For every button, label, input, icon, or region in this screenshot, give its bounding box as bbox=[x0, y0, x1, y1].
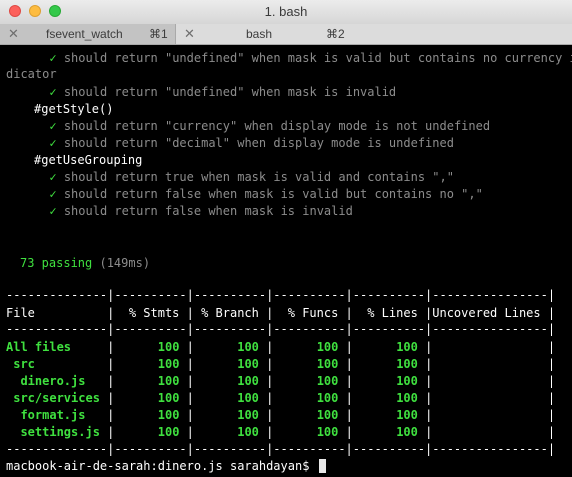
coverage-branch: 100 bbox=[193, 357, 267, 371]
coverage-file-name: format.js bbox=[6, 408, 108, 422]
tab-bar: ✕ fsevent_watch ⌘1 ✕ bash ⌘2 bbox=[0, 24, 572, 45]
test-line: ✓ should return false when mask is inval… bbox=[6, 203, 353, 219]
shell-prompt[interactable]: macbook-air-de-sarah:dinero.js sarahdaya… bbox=[6, 458, 326, 474]
coverage-lines: 100 bbox=[352, 425, 426, 439]
coverage-branch: 100 bbox=[193, 340, 267, 354]
test-line-text: should return true when mask is valid an… bbox=[63, 170, 454, 184]
check-icon: ✓ bbox=[49, 119, 57, 133]
coverage-file-name: src/services bbox=[6, 391, 108, 405]
coverage-lines: 100 bbox=[352, 357, 426, 371]
coverage-file-name: dinero.js bbox=[6, 374, 108, 388]
prompt-text: macbook-air-de-sarah:dinero.js sarahdaya… bbox=[6, 459, 317, 473]
tab-fsevent-watch[interactable]: ✕ fsevent_watch ⌘1 bbox=[0, 24, 176, 44]
coverage-file-name: settings.js bbox=[6, 425, 108, 439]
check-icon: ✓ bbox=[49, 204, 57, 218]
tab-bash[interactable]: ✕ bash ⌘2 bbox=[176, 24, 572, 44]
coverage-funcs: 100 bbox=[273, 391, 346, 405]
coverage-uncovered bbox=[432, 408, 548, 422]
title-bar: 1. bash bbox=[0, 0, 572, 25]
check-icon: ✓ bbox=[49, 170, 57, 184]
coverage-header: File | % Stmts | % Branch | % Funcs | % … bbox=[6, 306, 556, 320]
coverage-row: settings.js | 100 | 100 | 100 | 100 | | bbox=[6, 425, 556, 439]
coverage-uncovered bbox=[432, 357, 548, 371]
coverage-funcs: 100 bbox=[273, 374, 346, 388]
coverage-stmts: 100 bbox=[114, 391, 187, 405]
coverage-stmts: 100 bbox=[114, 408, 187, 422]
coverage-funcs: 100 bbox=[273, 340, 346, 354]
test-line-text: should return "undefined" when mask is i… bbox=[63, 85, 397, 99]
tab-close-icon[interactable]: ✕ bbox=[8, 26, 19, 42]
coverage-row: src | 100 | 100 | 100 | 100 | | bbox=[6, 357, 556, 371]
tab-shortcut: ⌘2 bbox=[326, 27, 345, 41]
coverage-stmts: 100 bbox=[114, 374, 187, 388]
test-line-wrap: dicator bbox=[6, 67, 57, 81]
test-line: ✓ should return "decimal" when display m… bbox=[6, 135, 454, 151]
tab-close-icon[interactable]: ✕ bbox=[184, 26, 195, 42]
coverage-funcs: 100 bbox=[273, 425, 346, 439]
coverage-lines: 100 bbox=[352, 408, 426, 422]
window-title: 1. bash bbox=[264, 4, 308, 19]
test-line-text: should return false when mask is invalid bbox=[63, 204, 353, 218]
coverage-uncovered bbox=[432, 425, 548, 439]
coverage-separator: --------------|----------|----------|---… bbox=[6, 322, 556, 336]
check-icon: ✓ bbox=[49, 85, 57, 99]
test-line: ✓ should return "undefined" when mask is… bbox=[6, 84, 396, 100]
coverage-branch: 100 bbox=[193, 408, 267, 422]
coverage-file-name: All files bbox=[6, 340, 108, 354]
check-icon: ✓ bbox=[49, 51, 57, 65]
coverage-row: src/services | 100 | 100 | 100 | 100 | | bbox=[6, 391, 556, 405]
coverage-file-name: src bbox=[6, 357, 108, 371]
text-cursor bbox=[318, 459, 326, 473]
coverage-stmts: 100 bbox=[114, 357, 187, 371]
test-line: ✓ should return "currency" when display … bbox=[6, 118, 490, 134]
coverage-stmts: 100 bbox=[114, 425, 187, 439]
coverage-separator: --------------|----------|----------|---… bbox=[6, 288, 556, 302]
passing-time: (149ms) bbox=[99, 256, 151, 270]
check-icon: ✓ bbox=[49, 187, 57, 201]
tab-label: fsevent_watch bbox=[46, 27, 123, 41]
test-line-text: should return false when mask is valid b… bbox=[63, 187, 483, 201]
coverage-funcs: 100 bbox=[273, 408, 346, 422]
coverage-uncovered bbox=[432, 340, 548, 354]
coverage-lines: 100 bbox=[352, 374, 426, 388]
coverage-row: All files | 100 | 100 | 100 | 100 | | bbox=[6, 340, 556, 354]
test-line: ✓ should return false when mask is valid… bbox=[6, 186, 483, 202]
passing-summary: 73 passing (149ms) bbox=[20, 255, 150, 271]
suite-heading: #getUseGrouping bbox=[34, 153, 143, 167]
coverage-lines: 100 bbox=[352, 340, 426, 354]
terminal-window: 1. bash ✕ fsevent_watch ⌘1 ✕ bash ⌘2 ✓ s… bbox=[0, 0, 572, 477]
coverage-branch: 100 bbox=[193, 374, 267, 388]
coverage-lines: 100 bbox=[352, 391, 426, 405]
test-line: ✓ should return "undefined" when mask is… bbox=[6, 50, 572, 66]
tab-shortcut: ⌘1 bbox=[149, 27, 168, 41]
coverage-branch: 100 bbox=[193, 391, 267, 405]
coverage-stmts: 100 bbox=[114, 340, 187, 354]
test-line: ✓ should return true when mask is valid … bbox=[6, 169, 454, 185]
tab-label: bash bbox=[246, 27, 273, 41]
coverage-row: dinero.js | 100 | 100 | 100 | 100 | | bbox=[6, 374, 556, 388]
terminal-output[interactable]: ✓ should return "undefined" when mask is… bbox=[0, 45, 572, 477]
suite-heading: #getStyle() bbox=[34, 102, 114, 116]
coverage-row: format.js | 100 | 100 | 100 | 100 | | bbox=[6, 408, 556, 422]
coverage-funcs: 100 bbox=[273, 357, 346, 371]
test-line-text: should return "undefined" when mask is v… bbox=[63, 51, 572, 65]
test-line-text: should return "currency" when display mo… bbox=[63, 119, 491, 133]
test-line-text: should return "decimal" when display mod… bbox=[63, 136, 454, 150]
coverage-separator: --------------|----------|----------|---… bbox=[6, 442, 556, 456]
coverage-uncovered bbox=[432, 374, 548, 388]
check-icon: ✓ bbox=[49, 136, 57, 150]
coverage-uncovered bbox=[432, 391, 548, 405]
passing-count: 73 passing bbox=[20, 256, 93, 270]
coverage-branch: 100 bbox=[193, 425, 267, 439]
